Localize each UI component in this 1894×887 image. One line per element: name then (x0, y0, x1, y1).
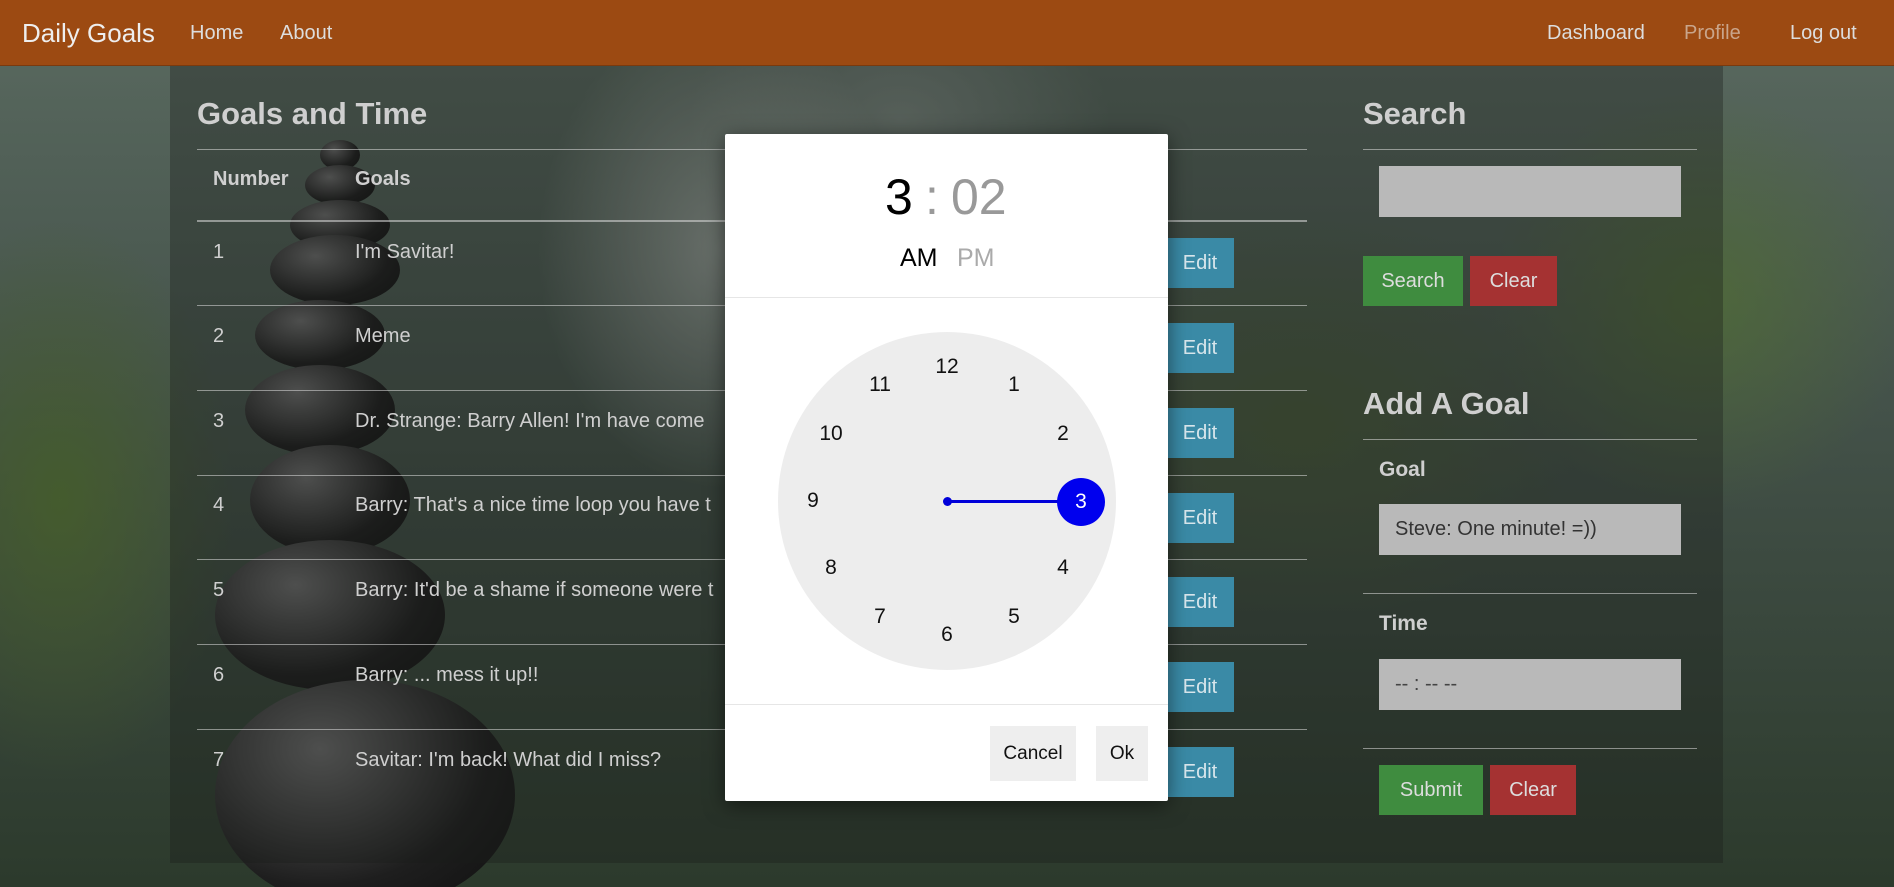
picker-minute[interactable]: 02 (951, 168, 1007, 226)
brand-link[interactable]: Daily Goals (22, 18, 155, 49)
row-goal: Dr. Strange: Barry Allen! I'm have come (355, 410, 705, 432)
dial-number[interactable]: 11 (865, 370, 895, 400)
dial-number[interactable]: 12 (932, 352, 962, 382)
submit-button[interactable]: Submit (1379, 765, 1483, 815)
row-goal: Barry: It'd be a shame if someone were t (355, 579, 714, 601)
navbar: Daily Goals Home About Dashboard Profile… (0, 0, 1894, 66)
search-clear-button[interactable]: Clear (1470, 256, 1557, 306)
row-number: 7 (213, 749, 225, 771)
row-goal: Barry: ... mess it up!! (355, 664, 539, 686)
row-goal: I'm Savitar! (355, 241, 455, 263)
dial-number[interactable]: 6 (932, 620, 962, 650)
divider (725, 297, 1168, 298)
row-number: 5 (213, 579, 225, 601)
header-goals: Goals (355, 168, 411, 190)
row-goal: Meme (355, 325, 411, 347)
row-goal: Savitar: I'm back! What did I miss? (355, 749, 662, 771)
clock-dial[interactable]: 12 1 2 3 4 5 6 7 8 9 10 11 (778, 332, 1116, 670)
search-input[interactable] (1379, 166, 1681, 217)
goals-title: Goals and Time (197, 96, 428, 131)
row-number: 1 (213, 241, 225, 263)
pm-toggle[interactable]: PM (957, 244, 995, 273)
edit-button[interactable]: Edit (1166, 662, 1234, 712)
add-goal-clear-button[interactable]: Clear (1490, 765, 1576, 815)
edit-button[interactable]: Edit (1166, 323, 1234, 373)
dial-number[interactable]: 10 (816, 419, 846, 449)
dial-number[interactable]: 8 (816, 553, 846, 583)
time-input[interactable]: -- : -- -- (1379, 659, 1681, 710)
edit-button[interactable]: Edit (1166, 747, 1234, 797)
am-toggle[interactable]: AM (900, 244, 938, 273)
nav-profile[interactable]: Profile (1684, 22, 1741, 45)
nav-about[interactable]: About (280, 22, 332, 45)
edit-button[interactable]: Edit (1166, 493, 1234, 543)
row-number: 2 (213, 325, 225, 347)
picker-separator: : (925, 169, 939, 225)
header-number: Number (213, 168, 289, 190)
dial-number-selected[interactable]: 3 (1057, 478, 1105, 526)
row-number: 4 (213, 494, 225, 516)
row-goal: Barry: That's a nice time loop you have … (355, 494, 711, 516)
edit-button[interactable]: Edit (1166, 577, 1234, 627)
add-goal-title: Add A Goal (1363, 386, 1530, 421)
search-title: Search (1363, 96, 1467, 131)
cancel-button[interactable]: Cancel (990, 726, 1076, 781)
nav-home[interactable]: Home (190, 22, 243, 45)
time-label: Time (1379, 612, 1428, 635)
dial-number[interactable]: 1 (999, 370, 1029, 400)
divider (1363, 593, 1697, 594)
divider (1363, 149, 1697, 150)
dial-number[interactable]: 5 (999, 602, 1029, 632)
dial-number[interactable]: 4 (1048, 553, 1078, 583)
clock-center (943, 497, 952, 506)
picker-hour[interactable]: 3 (885, 168, 913, 226)
edit-button[interactable]: Edit (1166, 408, 1234, 458)
dial-number[interactable]: 2 (1048, 419, 1078, 449)
dial-number[interactable]: 7 (865, 602, 895, 632)
goal-label: Goal (1379, 458, 1426, 481)
dial-number[interactable]: 9 (798, 486, 828, 516)
time-picker-dialog: 3 : 02 AM PM 12 1 2 3 4 5 6 7 8 9 10 11 … (725, 134, 1168, 801)
divider (1363, 748, 1697, 749)
divider (1363, 439, 1697, 440)
ok-button[interactable]: Ok (1096, 726, 1148, 781)
nav-logout[interactable]: Log out (1790, 22, 1857, 45)
goal-input[interactable] (1379, 504, 1681, 555)
search-button[interactable]: Search (1363, 256, 1463, 306)
divider (725, 704, 1168, 705)
nav-dashboard[interactable]: Dashboard (1547, 22, 1645, 45)
row-number: 3 (213, 410, 225, 432)
row-number: 6 (213, 664, 225, 686)
edit-button[interactable]: Edit (1166, 238, 1234, 288)
